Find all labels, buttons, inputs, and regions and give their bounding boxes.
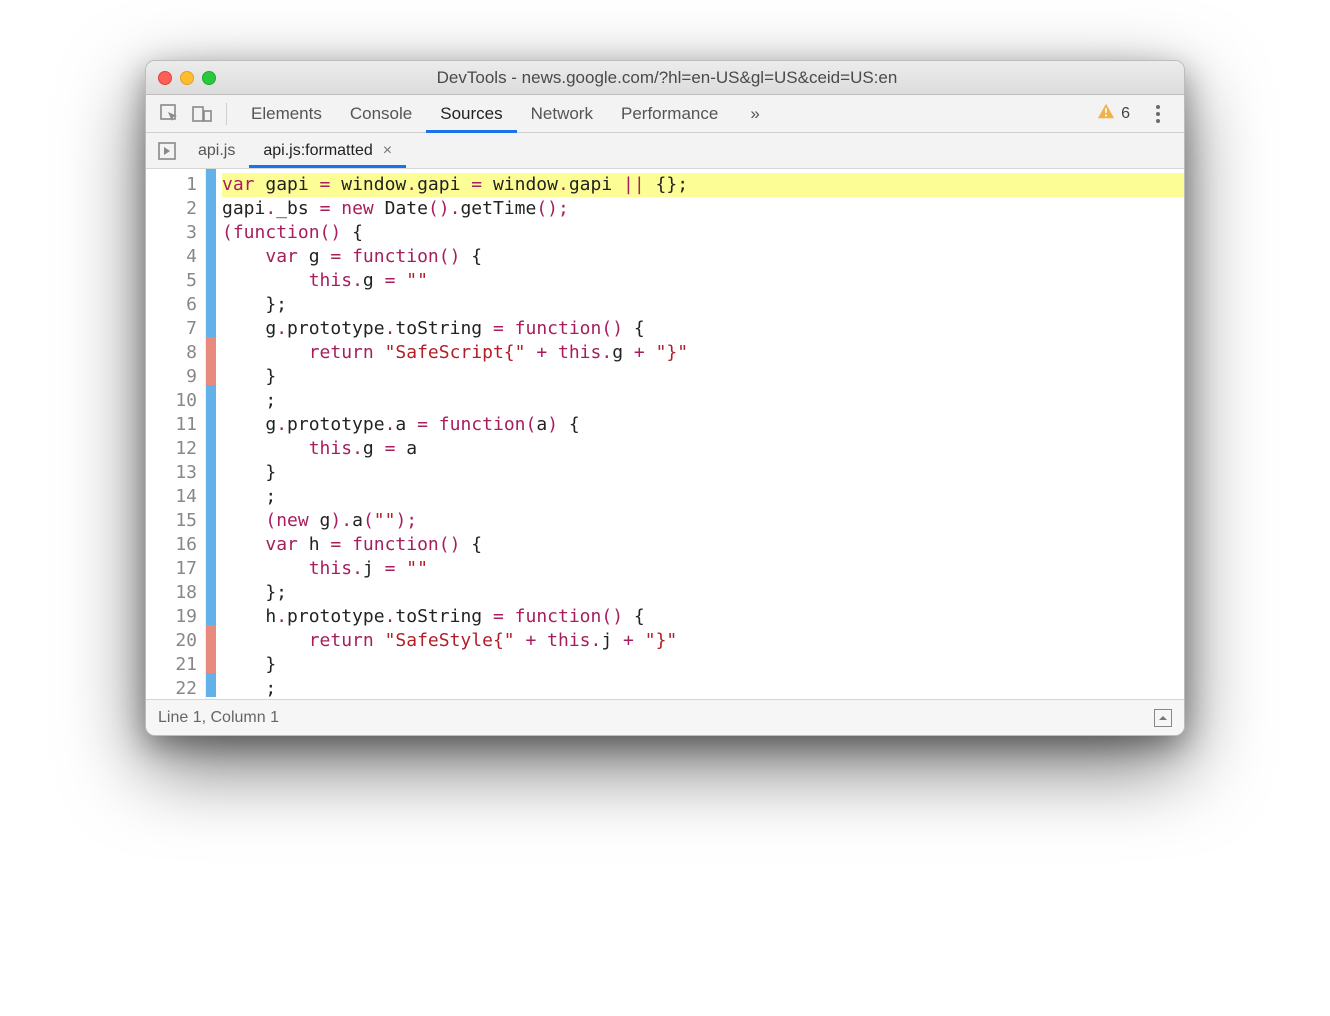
close-icon[interactable]: × (383, 142, 392, 160)
warnings-count: 6 (1121, 105, 1130, 123)
device-toolbar-icon[interactable] (188, 100, 216, 128)
file-tab[interactable]: api.js:formatted× (249, 133, 406, 168)
cursor-position: Line 1, Column 1 (158, 709, 279, 727)
panel-tab-console[interactable]: Console (336, 95, 426, 133)
line-number-gutter[interactable]: 12345678910111213141516171819202122 (146, 169, 206, 699)
settings-menu-button[interactable] (1146, 105, 1170, 123)
panel-tab-performance[interactable]: Performance (607, 95, 732, 133)
warnings-badge[interactable]: 6 (1097, 102, 1130, 125)
inspect-element-icon[interactable] (156, 100, 184, 128)
warning-icon (1097, 102, 1115, 125)
file-tab-strip: api.jsapi.js:formatted× (146, 133, 1184, 169)
panel-tab-sources[interactable]: Sources (426, 95, 516, 133)
panel-tab-network[interactable]: Network (517, 95, 607, 133)
window-title: DevTools - news.google.com/?hl=en-US&gl=… (162, 68, 1172, 88)
status-bar: Line 1, Column 1 (146, 699, 1184, 735)
coverage-column (206, 169, 216, 699)
panel-tab-elements[interactable]: Elements (237, 95, 336, 133)
devtools-window: DevTools - news.google.com/?hl=en-US&gl=… (145, 60, 1185, 736)
navigator-toggle-icon[interactable] (150, 133, 184, 168)
panel-overflow-button[interactable]: » (736, 95, 773, 133)
code-area[interactable]: var gapi = window.gapi = window.gapi || … (216, 169, 1184, 699)
source-editor[interactable]: 12345678910111213141516171819202122 var … (146, 169, 1184, 699)
divider (226, 103, 227, 125)
panel-tab-strip: ElementsConsoleSourcesNetworkPerformance… (146, 95, 1184, 133)
drawer-toggle-icon[interactable] (1154, 709, 1172, 727)
titlebar: DevTools - news.google.com/?hl=en-US&gl=… (146, 61, 1184, 95)
file-tab[interactable]: api.js (184, 133, 249, 168)
